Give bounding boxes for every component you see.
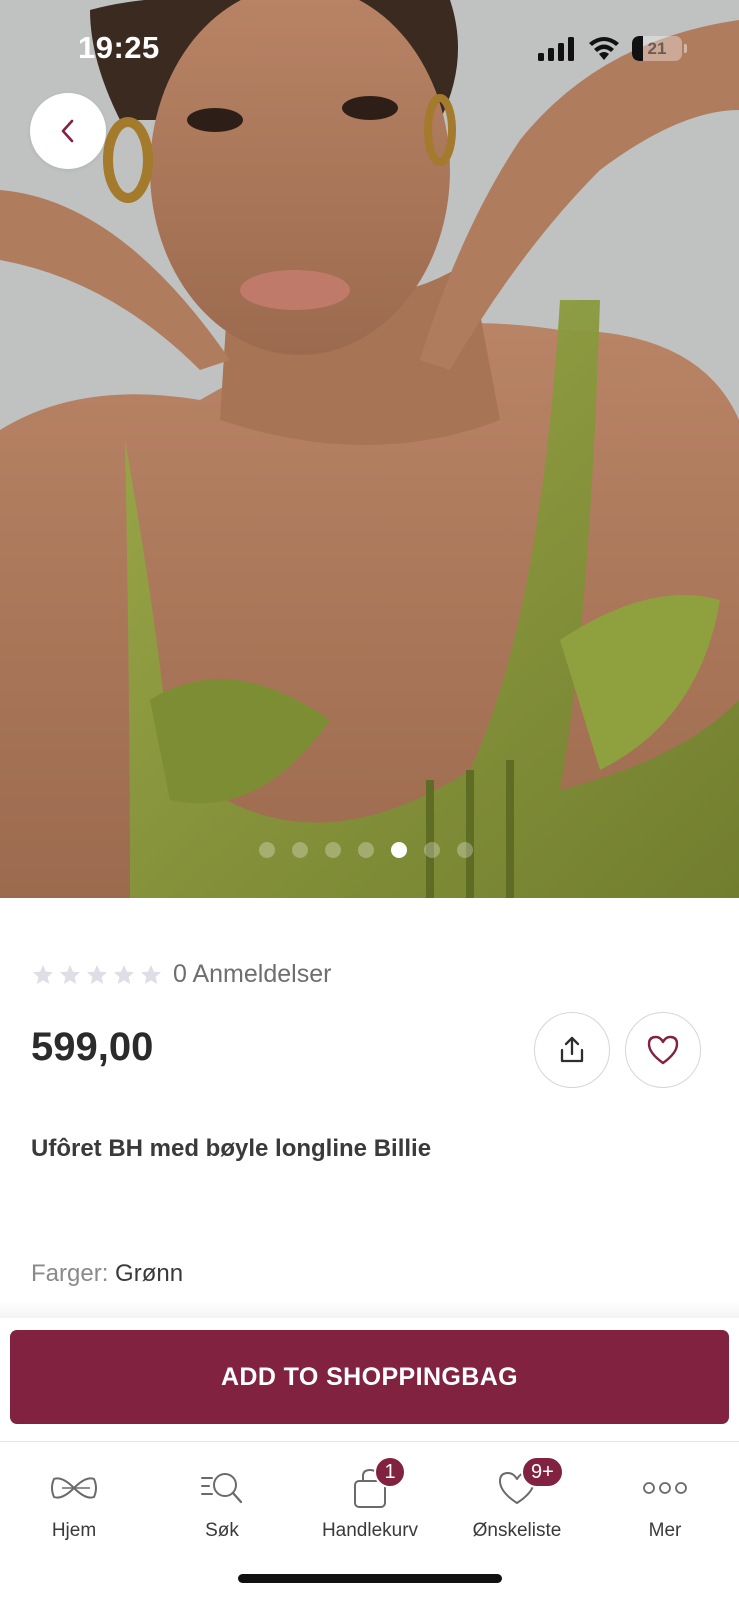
- star-icon: [141, 964, 161, 984]
- reviews-summary[interactable]: 0 Anmeldelser: [31, 960, 331, 989]
- tab-more[interactable]: Mer: [591, 1442, 739, 1552]
- divider: [0, 1300, 739, 1318]
- product-image-gallery[interactable]: 19:25 21: [0, 0, 739, 898]
- star-icon: [114, 964, 134, 984]
- back-button[interactable]: [30, 93, 106, 169]
- gallery-dot-active[interactable]: [391, 842, 407, 858]
- share-button[interactable]: [534, 1012, 610, 1088]
- gallery-dot[interactable]: [292, 842, 308, 858]
- add-to-bag-button[interactable]: ADD TO SHOPPINGBAG: [10, 1330, 729, 1424]
- cart-badge: 1: [374, 1456, 406, 1488]
- wifi-icon: [589, 36, 619, 60]
- tab-wishlist-label: Ønskeliste: [472, 1520, 562, 1541]
- product-title: Ufôret BH med bøyle longline Billie: [31, 1135, 432, 1162]
- status-bar: 19:25 21: [0, 0, 739, 100]
- tab-search-label: Søk: [205, 1520, 239, 1541]
- gallery-dot[interactable]: [457, 842, 473, 858]
- tab-wishlist[interactable]: 9+ Ønskeliste: [443, 1442, 591, 1552]
- gallery-dot[interactable]: [424, 842, 440, 858]
- chevron-left-icon: [61, 119, 74, 143]
- gallery-dot[interactable]: [358, 842, 374, 858]
- colors-label: Farger:: [31, 1260, 109, 1287]
- rating-stars: [31, 963, 163, 987]
- status-time: 19:25: [78, 30, 160, 65]
- battery-percent: 21: [647, 38, 667, 58]
- gallery-dot[interactable]: [325, 842, 341, 858]
- signal-icon: [538, 36, 574, 61]
- tab-more-label: Mer: [648, 1520, 682, 1541]
- heart-icon: [647, 1035, 679, 1065]
- colors-value: Grønn: [115, 1260, 184, 1287]
- star-icon: [87, 964, 107, 984]
- tab-home-label: Hjem: [51, 1520, 97, 1541]
- bow-icon: [51, 1477, 97, 1499]
- tab-search[interactable]: Søk: [148, 1442, 296, 1552]
- search-icon: [201, 1473, 243, 1504]
- star-icon: [60, 964, 80, 984]
- product-price: 599,00: [31, 1025, 154, 1069]
- status-icons: 21: [538, 36, 687, 61]
- product-photo: [0, 0, 739, 898]
- add-to-wishlist-button[interactable]: [625, 1012, 701, 1088]
- star-icon: [33, 964, 53, 984]
- gallery-dot[interactable]: [259, 842, 275, 858]
- more-icon: [643, 1482, 687, 1494]
- wishlist-badge: 9+: [521, 1456, 564, 1488]
- gallery-pagination: [259, 842, 473, 858]
- tab-cart-label: Handlekurv: [321, 1520, 419, 1541]
- reviews-count[interactable]: 0 Anmeldelser: [173, 960, 331, 989]
- tab-home[interactable]: Hjem: [0, 1442, 148, 1552]
- battery-icon: 21: [632, 36, 682, 61]
- tab-cart[interactable]: 1 Handlekurv: [296, 1442, 444, 1552]
- home-indicator: [238, 1574, 502, 1583]
- share-icon: [560, 1036, 584, 1063]
- color-selection[interactable]: Farger: Grønn: [31, 1260, 183, 1288]
